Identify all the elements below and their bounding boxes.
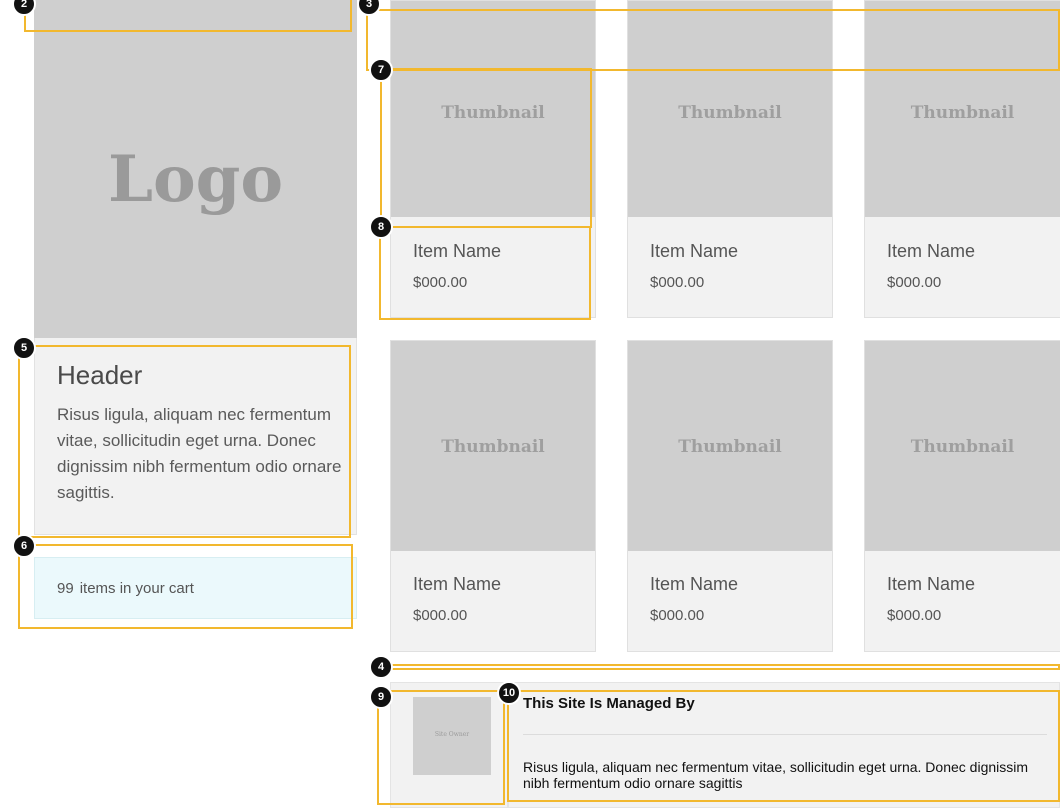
annotation-badge-4: 4 xyxy=(369,655,393,679)
product-name[interactable]: Item Name xyxy=(413,574,501,595)
annotation-badge-6: 6 xyxy=(12,534,36,558)
product-thumbnail[interactable]: Thumbnail xyxy=(391,1,595,217)
thumbnail-label: Thumbnail xyxy=(678,437,782,457)
product-price: $000.00 xyxy=(650,274,705,291)
footer-title: This Site Is Managed By xyxy=(523,695,695,712)
product-card[interactable]: Thumbnail Item Name $000.00 xyxy=(390,340,596,652)
product-name[interactable]: Item Name xyxy=(887,241,975,262)
cart-text: 99 items in your cart xyxy=(57,580,194,597)
annotation-badge-8: 8 xyxy=(369,215,393,239)
thumbnail-label: Thumbnail xyxy=(678,103,782,123)
annotation-badge-2: 2 xyxy=(12,0,36,16)
thumbnail-label: Thumbnail xyxy=(441,103,545,123)
product-thumbnail[interactable]: Thumbnail xyxy=(865,1,1060,217)
product-name[interactable]: Item Name xyxy=(887,574,975,595)
product-thumbnail[interactable]: Thumbnail xyxy=(628,341,832,551)
product-card[interactable]: Thumbnail Item Name $000.00 xyxy=(390,0,596,318)
product-name[interactable]: Item Name xyxy=(413,241,501,262)
product-name[interactable]: Item Name xyxy=(650,241,738,262)
product-card[interactable]: Thumbnail Item Name $000.00 xyxy=(864,340,1060,652)
site-owner-label: Site Owner xyxy=(434,731,470,738)
product-card[interactable]: Thumbnail Item Name $000.00 xyxy=(627,340,833,652)
product-price: $000.00 xyxy=(887,274,942,291)
annotation-badge-9: 9 xyxy=(369,685,393,709)
logo-text: Logo xyxy=(107,142,284,217)
footer-divider xyxy=(523,734,1047,735)
annotation-badge-3: 3 xyxy=(357,0,381,16)
logo-placeholder[interactable]: Logo xyxy=(34,0,357,338)
product-price: $000.00 xyxy=(650,607,705,624)
annotation-badge-7: 7 xyxy=(369,58,393,82)
thumbnail-label: Thumbnail xyxy=(441,437,545,457)
cart-summary[interactable]: 99 items in your cart xyxy=(34,557,357,619)
cart-label: items in your cart xyxy=(79,580,194,597)
annotation-badge-10: 10 xyxy=(497,681,521,705)
product-price: $000.00 xyxy=(887,607,942,624)
product-price: $000.00 xyxy=(413,274,468,291)
sidebar-header-title: Header xyxy=(57,360,143,390)
annotation-badge-5: 5 xyxy=(12,336,36,360)
thumbnail-label: Thumbnail xyxy=(910,437,1015,457)
footer-body: Risus ligula, aliquam nec fermentum vita… xyxy=(523,759,1029,791)
site-managed-by-panel: This Site Is Managed By Risus ligula, al… xyxy=(508,682,1060,808)
product-thumbnail[interactable]: Thumbnail xyxy=(628,1,832,217)
product-thumbnail[interactable]: Thumbnail xyxy=(391,341,595,551)
product-card[interactable]: Thumbnail Item Name $000.00 xyxy=(627,0,833,318)
sidebar-header-body: Risus ligula, aliquam nec fermentum vita… xyxy=(57,405,342,502)
cart-count: 99 xyxy=(57,580,74,597)
thumbnail-label: Thumbnail xyxy=(910,103,1015,123)
site-owner-card: Site Owner xyxy=(390,682,508,808)
site-owner-avatar: Site Owner xyxy=(413,697,491,775)
product-card[interactable]: Thumbnail Item Name $000.00 xyxy=(864,0,1060,318)
annotation-box-4 xyxy=(377,664,1060,670)
product-name[interactable]: Item Name xyxy=(650,574,738,595)
product-thumbnail[interactable]: Thumbnail xyxy=(865,341,1060,551)
sidebar-header-panel: Header Risus ligula, aliquam nec ferment… xyxy=(34,338,357,535)
product-price: $000.00 xyxy=(413,607,468,624)
